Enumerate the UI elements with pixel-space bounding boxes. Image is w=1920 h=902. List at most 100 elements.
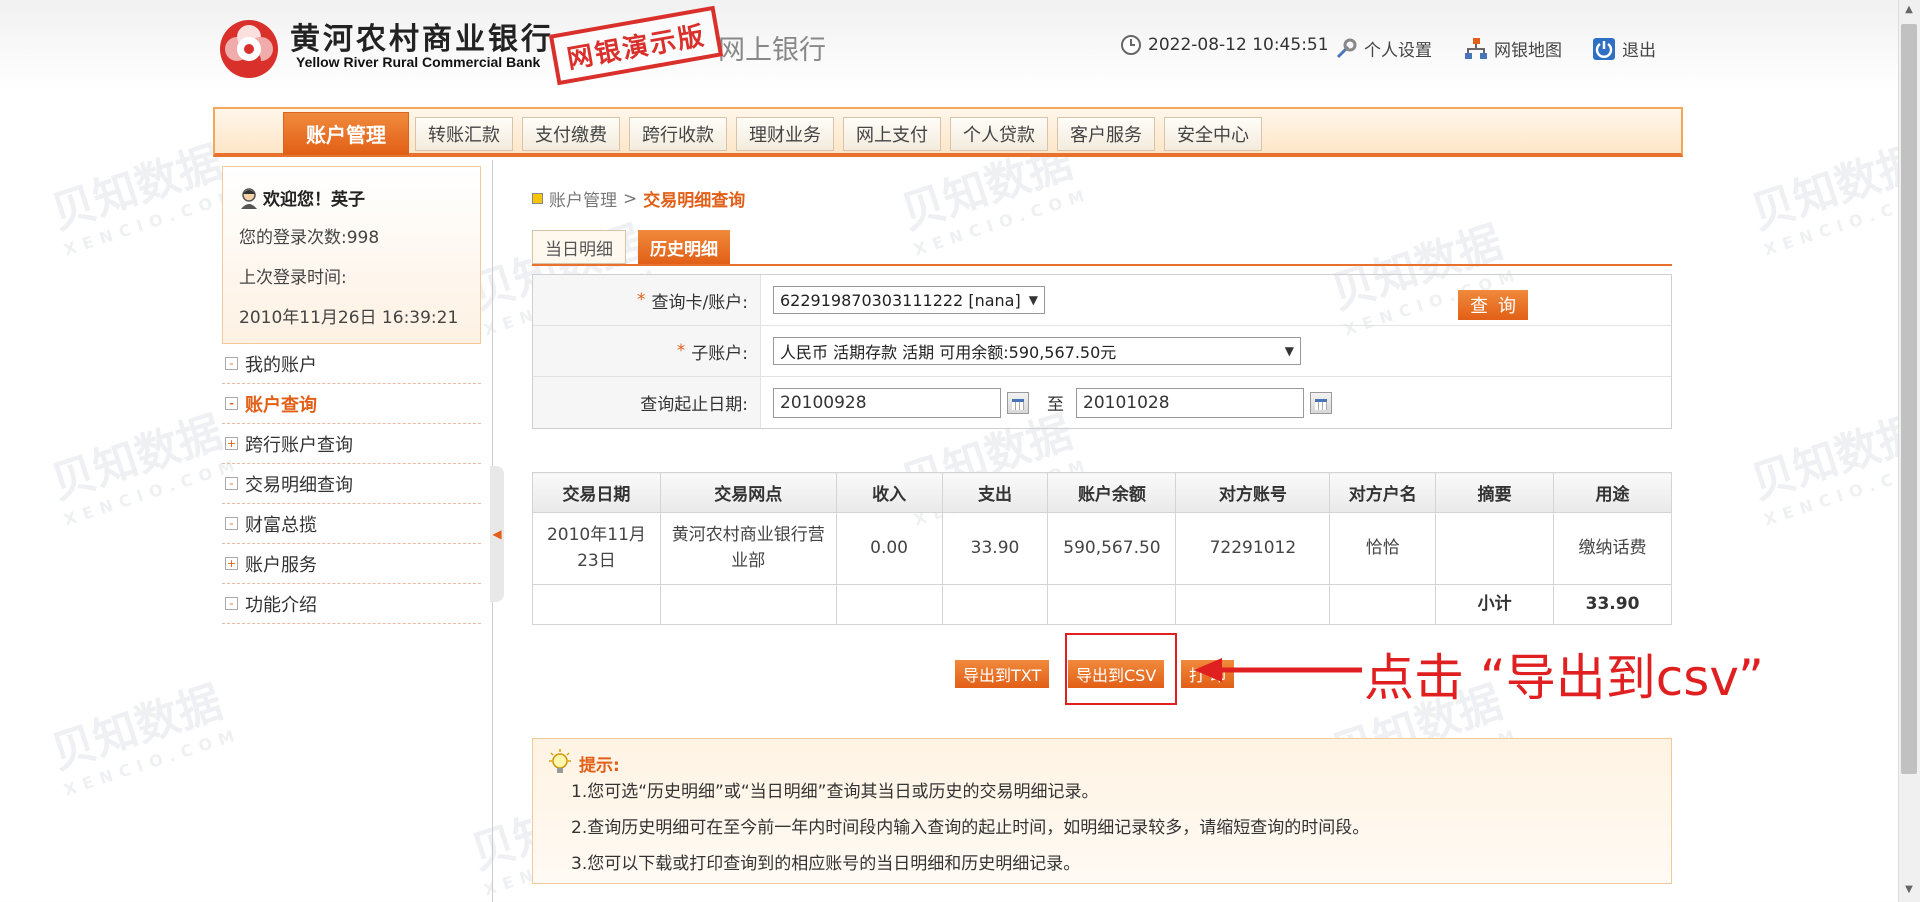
col-counter-name: 对方户名: [1329, 472, 1437, 513]
sitemap-link[interactable]: 网银地图: [1464, 36, 1562, 61]
nav-item-transfer[interactable]: 转账汇款: [415, 117, 513, 151]
highlight-box: [1065, 633, 1177, 705]
sidebar-item-account-query[interactable]: - 账户查询: [222, 384, 481, 424]
nav-item-interbank-collection[interactable]: 跨行收款: [629, 117, 727, 151]
logout-label: 退出: [1622, 41, 1656, 61]
sitemap-label: 网银地图: [1494, 41, 1562, 61]
table-row: 2010年11月23日 黄河农村商业银行营业部 0.00 33.90 590,5…: [532, 512, 1672, 585]
cell-summary: [1435, 512, 1555, 585]
subaccount-label-text: 子账户:: [691, 343, 748, 364]
sidebar-item-account-service[interactable]: + 账户服务: [222, 544, 481, 584]
tip-line: 1.您可选“历史明细”或“当日明细”查询其当日或历史的交易明细记录。: [571, 782, 1099, 802]
subaccount-cell: 人民币 活期存款 活期 可用余额:590,567.50元 ▼: [761, 326, 1671, 376]
sidebar-item-label: 交易明细查询: [245, 474, 353, 496]
cell-counter-account: 72291012: [1175, 512, 1331, 585]
sidebar-item-label: 功能介绍: [245, 594, 317, 616]
empty-cell: [1047, 584, 1177, 625]
date-range-label: 查询起止日期:: [533, 377, 761, 428]
subaccount-value: 人民币 活期存款 活期 可用余额:590,567.50元: [780, 343, 1117, 362]
empty-cell: [941, 584, 1049, 625]
breadcrumb: 账户管理 > 交易明细查询: [532, 186, 745, 211]
date-range-cell: 20100928 至 20101028: [761, 377, 1671, 428]
nav-item-wealth[interactable]: 理财业务: [736, 117, 834, 151]
calendar-icon[interactable]: [1310, 391, 1332, 414]
query-button[interactable]: 查询: [1458, 290, 1528, 320]
bank-logo-icon: [220, 20, 278, 78]
export-txt-button[interactable]: 导出到TXT: [955, 660, 1050, 688]
collapse-icon: -: [225, 517, 238, 530]
demo-stamp: 网银演示版: [548, 5, 724, 86]
user-avatar-icon: [241, 187, 257, 209]
sidebar-collapse-toggle[interactable]: ◀: [490, 466, 504, 602]
collapse-icon: -: [225, 597, 238, 610]
card-account-label: * 查询卡/账户:: [533, 275, 761, 325]
cell-expense: 33.90: [941, 512, 1049, 585]
datetime-text: 2022-08-12 10:45:51: [1148, 35, 1329, 55]
cell-counter-name: 恰恰: [1329, 512, 1437, 585]
sidebar-item-feature-intro[interactable]: - 功能介绍: [222, 584, 481, 624]
nav-item-online-payment[interactable]: 网上支付: [843, 117, 941, 151]
last-login-label: 上次登录时间:: [239, 268, 347, 288]
sidebar-item-my-account[interactable]: - 我的账户: [222, 344, 481, 384]
required-marker: *: [676, 341, 686, 361]
breadcrumb-parent[interactable]: 账户管理: [549, 186, 617, 211]
greeting-text: 欢迎您！英子: [263, 190, 365, 210]
sidebar-item-interbank-query[interactable]: + 跨行账户查询: [222, 424, 481, 464]
col-balance: 账户余额: [1047, 472, 1177, 513]
sidebar-item-label: 财富总揽: [245, 514, 317, 536]
subtotal-value: 33.90: [1553, 584, 1672, 625]
start-date-input[interactable]: 20100928: [773, 387, 1001, 418]
cell-balance: 590,567.50: [1047, 512, 1177, 585]
nav-item-personal-loan[interactable]: 个人贷款: [950, 117, 1048, 151]
tab-today-details[interactable]: 当日明细: [532, 230, 626, 264]
nav-item-customer-service[interactable]: 客户服务: [1057, 117, 1155, 151]
arrow-left-icon: [1194, 658, 1362, 682]
form-row-date-range: 查询起止日期: 20100928 至 20101028: [533, 377, 1671, 428]
cell-purpose: 缴纳话费: [1553, 512, 1672, 585]
chevron-left-icon: ◀: [492, 527, 502, 541]
subtotal-row: 小计 33.90: [532, 584, 1672, 625]
empty-cell: [532, 584, 661, 625]
expand-icon: +: [225, 557, 238, 570]
col-summary: 摘要: [1435, 472, 1555, 513]
calendar-icon[interactable]: [1007, 391, 1029, 414]
lightbulb-icon: [549, 749, 571, 773]
empty-cell: [1329, 584, 1437, 625]
subaccount-select[interactable]: 人民币 活期存款 活期 可用余额:590,567.50元 ▼: [773, 337, 1301, 365]
logout-link[interactable]: 退出: [1592, 36, 1656, 61]
scrollbar-thumb[interactable]: [1901, 24, 1917, 774]
sidebar-item-label: 跨行账户查询: [245, 434, 353, 456]
card-account-select[interactable]: 622919870303111222 [nana] ▼: [773, 286, 1045, 314]
col-purpose: 用途: [1553, 472, 1672, 513]
sidebar-item-label: 账户服务: [245, 554, 317, 576]
sidebar-item-label: 我的账户: [245, 354, 317, 376]
nav-item-payment[interactable]: 支付缴费: [522, 117, 620, 151]
bank-name-cn: 黄河农村商业银行: [290, 22, 554, 57]
welcome-box: 欢迎您！英子 您的登录次数:998 上次登录时间: 2010年11月26日 16…: [222, 166, 481, 344]
nav-item-security-center[interactable]: 安全中心: [1164, 117, 1262, 151]
sidebar-item-transaction-query[interactable]: - 交易明细查询: [222, 464, 481, 504]
table-header-row: 交易日期 交易网点 收入 支出 账户余额 对方账号 对方户名 摘要 用途: [532, 472, 1672, 513]
empty-cell: [835, 584, 943, 625]
tip-line: 2.查询历史明细可在至今前一年内时间段内输入查询的起止时间，如明细记录较多，请缩…: [571, 818, 1370, 838]
sitemap-icon: [1465, 37, 1487, 59]
bank-name-en: Yellow River Rural Commercial Bank: [296, 54, 541, 70]
scroll-up-icon[interactable]: ▲: [1903, 4, 1915, 16]
nav-item-account-management[interactable]: 账户管理: [283, 112, 409, 155]
last-login-time: 2010年11月26日 16:39:21: [239, 308, 459, 328]
settings-icon: [1336, 38, 1357, 58]
cell-income: 0.00: [835, 512, 943, 585]
personal-settings-link[interactable]: 个人设置: [1334, 36, 1432, 61]
tab-history-details[interactable]: 历史明细: [638, 230, 730, 264]
form-row-subaccount: * 子账户: 人民币 活期存款 活期 可用余额:590,567.50元 ▼: [533, 326, 1671, 377]
transaction-table: 交易日期 交易网点 收入 支出 账户余额 对方账号 对方户名 摘要 用途 201…: [532, 472, 1672, 625]
scroll-down-icon[interactable]: ▼: [1903, 884, 1915, 896]
current-datetime: 2022-08-12 10:45:51: [1120, 34, 1329, 56]
chevron-down-icon: ▼: [1284, 344, 1294, 358]
end-date-input[interactable]: 20101028: [1076, 387, 1304, 418]
collapse-icon: -: [225, 397, 238, 410]
watermark: 贝知数据XENCIO.COM: [1745, 136, 1920, 260]
power-icon: [1593, 37, 1615, 60]
sidebar-item-label: 账户查询: [245, 394, 317, 416]
sidebar-item-wealth-overview[interactable]: - 财富总揽: [222, 504, 481, 544]
